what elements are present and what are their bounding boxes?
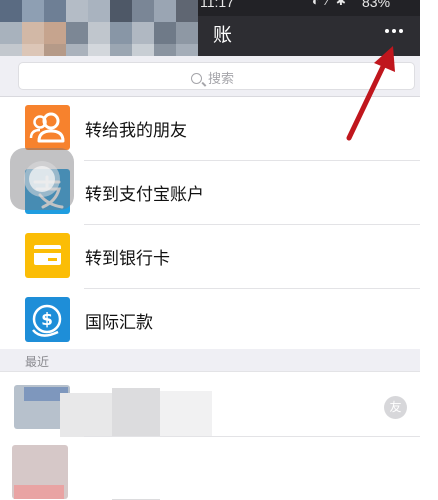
recent-label: 最近 — [25, 355, 50, 369]
blurred-name — [160, 391, 212, 437]
battery-percent: 83% — [362, 0, 391, 10]
more-dot-icon — [385, 29, 389, 33]
page-title: 账 — [213, 25, 233, 46]
bank-card-icon — [25, 233, 70, 278]
option-label: 转到支付宝账户 — [85, 185, 204, 204]
transfer-to-bank-card-row[interactable]: 转到银行卡 — [0, 225, 420, 289]
search-icon — [191, 73, 202, 84]
contacts-icon — [25, 105, 70, 150]
recent-contact-item[interactable] — [0, 373, 420, 500]
search-input[interactable]: 搜索 — [18, 62, 415, 90]
assistive-center-icon — [29, 166, 55, 192]
more-options-button[interactable] — [375, 16, 411, 50]
recent-contact-item[interactable] — [0, 437, 420, 499]
blurred-avatar — [14, 485, 64, 499]
search-placeholder: 搜索 — [208, 71, 235, 86]
friend-badge: 友 — [384, 396, 407, 419]
blurred-back-area[interactable] — [0, 0, 198, 58]
more-dot-icon — [392, 29, 396, 33]
search-placeholder-wrap: 搜索 — [191, 68, 234, 87]
search-area: 搜索 — [0, 56, 420, 97]
international-remittance-row[interactable]: $ 国际汇款 — [0, 289, 420, 349]
status-icons: ◐ ⁄ ✱ — [312, 0, 348, 8]
transfer-page: 11:17 ◐ ⁄ ✱ 83% 账 搜索 转给我的朋友 转到支付宝账户 转到银行… — [0, 0, 420, 500]
assistive-touch-button[interactable] — [10, 148, 74, 210]
option-label: 转到银行卡 — [85, 249, 170, 268]
recent-section-header: 最近 — [0, 349, 420, 372]
right-margin — [420, 0, 438, 500]
status-time: 11:17 — [200, 0, 234, 10]
svg-text:$: $ — [41, 310, 53, 330]
dollar-globe-icon: $ — [25, 297, 70, 342]
more-dot-icon — [399, 29, 403, 33]
option-label: 国际汇款 — [85, 313, 153, 332]
option-label: 转给我的朋友 — [85, 121, 187, 140]
